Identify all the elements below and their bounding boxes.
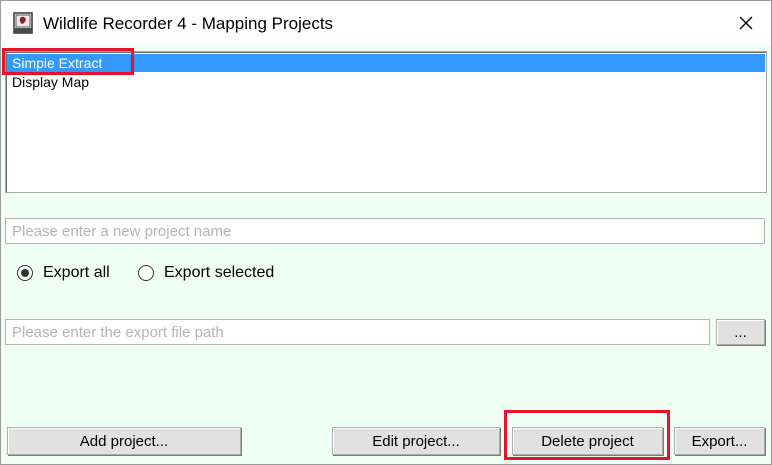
export-all-option[interactable]: Export all xyxy=(17,261,110,285)
close-icon xyxy=(739,16,753,30)
dialog-body: Simple Extract Display Map Export all Ex… xyxy=(1,45,771,464)
title-bar: Wildlife Recorder 4 - Mapping Projects xyxy=(1,1,771,45)
export-selected-label: Export selected xyxy=(164,264,275,281)
edit-project-button[interactable]: Edit project... xyxy=(332,427,500,455)
browse-button[interactable]: ... xyxy=(716,319,765,345)
export-selected-radio[interactable] xyxy=(138,265,154,281)
export-selected-option[interactable]: Export selected xyxy=(138,261,274,285)
app-icon xyxy=(13,12,33,34)
close-button[interactable] xyxy=(725,5,767,41)
projects-list[interactable]: Simple Extract Display Map xyxy=(5,51,767,193)
export-all-radio[interactable] xyxy=(17,265,33,281)
list-item-display-map[interactable]: Display Map xyxy=(7,73,765,91)
export-all-label: Export all xyxy=(43,264,110,281)
list-item-simple-extract[interactable]: Simple Extract xyxy=(7,54,765,72)
export-path-input[interactable] xyxy=(5,319,710,345)
window-title: Wildlife Recorder 4 - Mapping Projects xyxy=(43,14,334,33)
add-project-button[interactable]: Add project... xyxy=(7,427,241,455)
export-button[interactable]: Export... xyxy=(674,427,765,455)
project-name-input[interactable] xyxy=(5,218,765,244)
mapping-projects-window: Wildlife Recorder 4 - Mapping Projects S… xyxy=(0,0,772,465)
delete-project-button[interactable]: Delete project xyxy=(512,427,663,455)
